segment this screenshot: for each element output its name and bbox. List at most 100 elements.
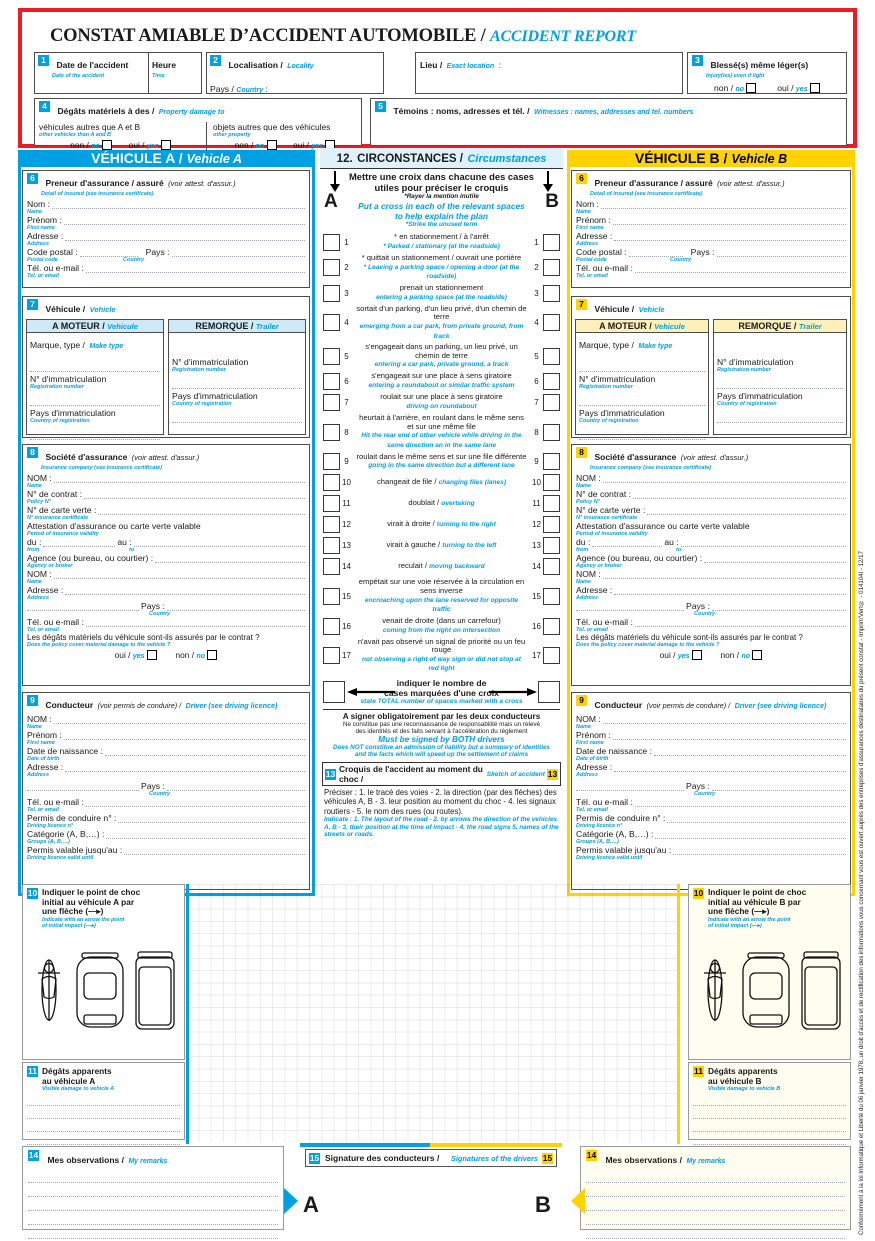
section-7-vehicle-b[interactable]: 7 Véhicule / Vehicle A MOTEUR / Vehicule… (571, 296, 851, 440)
circumstance-b-checkbox-11[interactable] (543, 495, 560, 513)
drv-a-addr2-input[interactable] (27, 783, 139, 791)
total-a-checkbox[interactable] (323, 680, 345, 703)
circumstance-a-checkbox-17[interactable] (323, 647, 340, 665)
circumstance-b-checkbox-10[interactable] (543, 474, 560, 492)
damage-b-line-1[interactable] (693, 1097, 846, 1106)
circumstance-a-checkbox-11[interactable] (323, 495, 340, 513)
reg-a-input[interactable] (30, 397, 160, 406)
circumstance-a-checkbox-16[interactable] (323, 617, 340, 635)
field-exact-location[interactable]: Lieu / Exact location : (415, 52, 683, 94)
pd-vehicles-no-checkbox[interactable] (102, 140, 112, 150)
ins-b-agaddr-input[interactable] (614, 587, 846, 595)
drv-b-tel-input[interactable] (634, 799, 846, 807)
damage-a-line-2[interactable] (27, 1110, 180, 1119)
circumstance-b-checkbox-14[interactable] (543, 558, 560, 576)
ins-a-nom-input[interactable] (53, 475, 305, 483)
section-8-insurance-a[interactable]: 8 Société d'assurance (voir attest. d'as… (22, 444, 310, 686)
insured-b-adresse-input[interactable] (614, 233, 846, 241)
circumstance-b-checkbox-13[interactable] (543, 537, 560, 555)
ins-a-agaddr-input[interactable] (65, 587, 305, 595)
remarks-b-line-3[interactable] (586, 1202, 845, 1211)
trailer-reg-b-input[interactable] (717, 380, 843, 389)
circumstance-a-checkbox-6[interactable] (323, 372, 340, 390)
damage-a-line-1[interactable] (27, 1097, 180, 1106)
remarks-a-line-3[interactable] (28, 1202, 278, 1211)
make-b-input[interactable] (579, 363, 705, 372)
ins-a-tel-input[interactable] (85, 619, 305, 627)
section-8-insurance-b[interactable]: 8 Société d'assurance (voir attest. d'as… (571, 444, 851, 686)
ins-b-from-input[interactable] (592, 539, 663, 547)
ins-b-policy-input[interactable] (633, 491, 846, 499)
make-a-input[interactable] (30, 363, 160, 372)
circumstance-b-checkbox-15[interactable] (543, 588, 560, 605)
regcountry-a-input[interactable] (30, 431, 160, 440)
drv-b-addr-input[interactable] (614, 764, 846, 772)
section-7-vehicle-a[interactable]: 7 Véhicule / Vehicle A MOTEUR / Vehicule… (22, 296, 310, 440)
damage-b-line-2[interactable] (693, 1110, 846, 1119)
field-locality[interactable]: 2 Localisation / Locality Pays / Country… (206, 52, 384, 94)
field-date-of-accident[interactable]: 1 Date de l'accident Date of the acciden… (34, 52, 202, 94)
circumstance-b-checkbox-5[interactable] (543, 348, 560, 366)
trailer-reg-a-input[interactable] (172, 380, 302, 389)
drv-a-nom-input[interactable] (53, 716, 305, 724)
circumstance-a-checkbox-9[interactable] (323, 453, 340, 471)
section-6-insured-a[interactable]: 6 Preneur d'assurance / assuré (voir att… (22, 170, 310, 288)
remarks-b-line-1[interactable] (586, 1174, 845, 1183)
circumstance-b-checkbox-3[interactable] (543, 284, 560, 302)
drv-a-dob-input[interactable] (104, 748, 305, 756)
drv-a-cat-input[interactable] (106, 831, 305, 839)
ins-b-agency-input[interactable] (704, 555, 846, 563)
drv-a-lic-input[interactable] (118, 815, 305, 823)
injuries-no-checkbox[interactable] (746, 83, 757, 93)
trailer-country-b-input[interactable] (717, 414, 843, 423)
field-injuries[interactable]: 3 Blessé(s) même léger(s) Injury(ies) ev… (687, 52, 847, 94)
remarks-b-line-4[interactable] (586, 1216, 845, 1225)
ins-a-green-input[interactable] (98, 507, 305, 515)
ins-a-agname-input[interactable] (53, 571, 305, 579)
circumstance-b-checkbox-8[interactable] (543, 423, 560, 441)
insured-b-pays-input[interactable] (716, 249, 846, 257)
circumstance-b-checkbox-12[interactable] (543, 516, 560, 534)
circumstance-a-checkbox-8[interactable] (323, 423, 340, 441)
insured-b-cp-input[interactable] (628, 249, 683, 257)
ins-b-nom-input[interactable] (602, 475, 846, 483)
circumstance-a-checkbox-2[interactable] (323, 259, 340, 277)
ins-b-agname-input[interactable] (602, 571, 846, 579)
ins-a-yes-checkbox[interactable] (146, 650, 157, 660)
pd-objects-no-checkbox[interactable] (266, 140, 277, 150)
field-witnesses[interactable]: 5 Témoins : noms, adresses et tél. / Wit… (370, 98, 847, 146)
remarks-a-line-5[interactable] (28, 1230, 278, 1239)
ins-a-no-checkbox[interactable] (207, 650, 218, 660)
drv-a-addr-input[interactable] (65, 764, 305, 772)
drv-a-country-input[interactable] (166, 783, 305, 791)
field-property-damage[interactable]: 4 Dégâts matériels à des / Property dama… (34, 98, 362, 150)
pd-vehicles-yes-checkbox[interactable] (160, 140, 171, 150)
circumstance-a-checkbox-10[interactable] (323, 474, 340, 492)
drv-b-addr2-input[interactable] (576, 783, 684, 791)
section-14-remarks-a[interactable]: 14 Mes observations / My remarks (22, 1146, 284, 1239)
circumstance-b-checkbox-7[interactable] (543, 393, 560, 411)
ins-b-green-input[interactable] (647, 507, 846, 515)
trailer-country-a-input[interactable] (172, 414, 302, 423)
regcountry-b-input[interactable] (579, 431, 705, 440)
ins-a-agency-input[interactable] (155, 555, 305, 563)
remarks-a-line-4[interactable] (28, 1216, 278, 1225)
drv-a-tel-input[interactable] (85, 799, 305, 807)
insured-a-prenom-input[interactable] (63, 217, 305, 225)
circumstance-a-checkbox-1[interactable] (323, 234, 340, 251)
drv-b-until-input[interactable] (673, 847, 846, 855)
section-11-damage-b[interactable]: 11 Dégâts apparents au véhicule B Visibl… (688, 1062, 851, 1145)
ins-a-from-input[interactable] (43, 539, 116, 547)
ins-b-agaddr2-input[interactable] (576, 603, 684, 611)
circumstance-a-checkbox-4[interactable] (323, 314, 340, 332)
drv-b-nom-input[interactable] (602, 716, 846, 724)
damage-a-line-3[interactable] (27, 1123, 180, 1132)
remarks-a-line-2[interactable] (28, 1188, 278, 1197)
ins-a-agcountry-input[interactable] (166, 603, 305, 611)
reg-b-input[interactable] (579, 397, 705, 406)
insured-b-tel-input[interactable] (634, 265, 846, 273)
drv-b-country-input[interactable] (711, 783, 846, 791)
section-10-impact-a[interactable]: 10 Indiquer le point de choc initial au … (22, 884, 185, 1060)
circumstance-a-checkbox-13[interactable] (323, 537, 340, 555)
circumstance-b-checkbox-17[interactable] (543, 647, 560, 665)
